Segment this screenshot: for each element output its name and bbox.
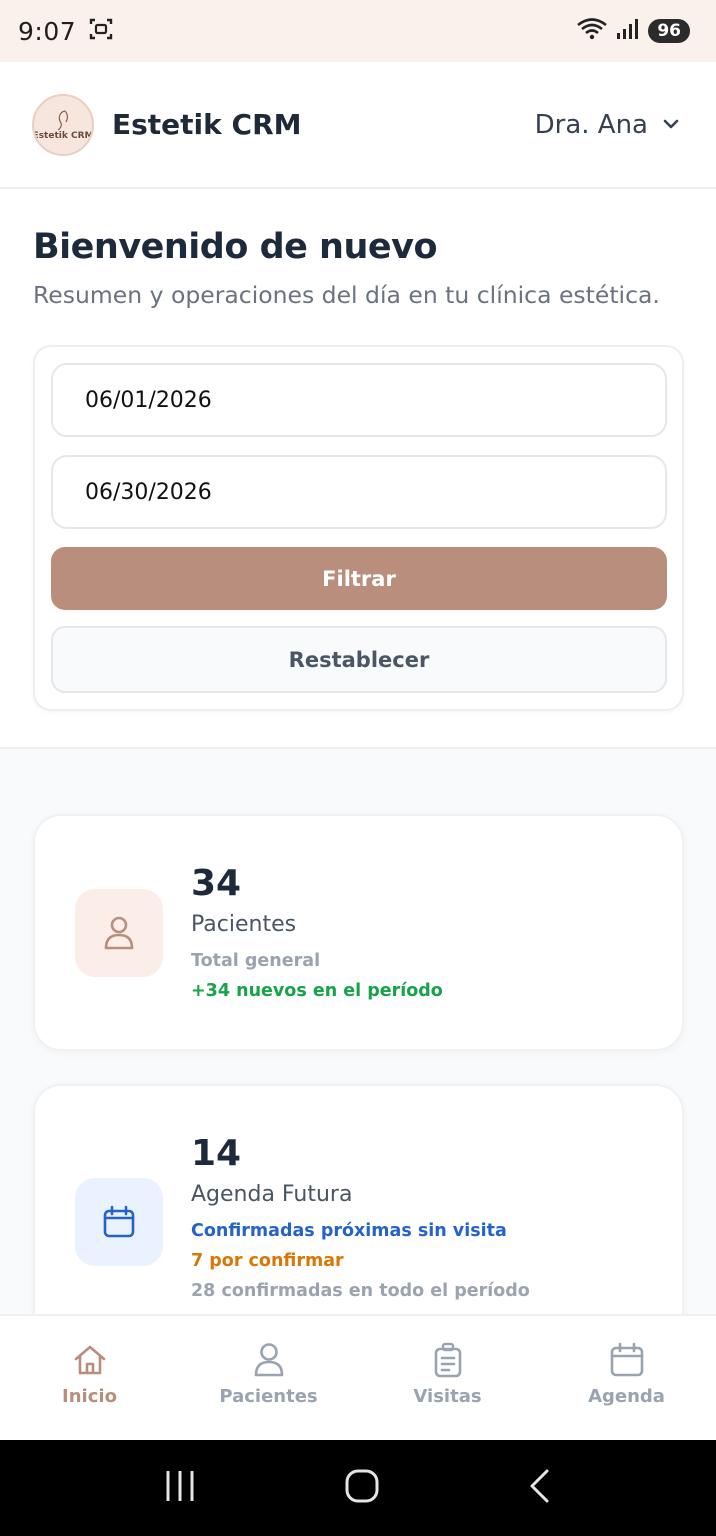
screenshot-icon xyxy=(88,16,114,46)
clipboard-icon xyxy=(434,1342,461,1378)
brand: Estetik CRM Estetik CRM xyxy=(32,93,302,156)
nav-label-visitas: Visitas xyxy=(413,1386,482,1407)
reset-button[interactable]: Restablecer xyxy=(51,626,667,693)
system-nav-bar xyxy=(0,1440,716,1536)
page-title: Bienvenido de nuevo xyxy=(33,227,438,267)
filter-button[interactable]: Filtrar xyxy=(51,547,667,610)
user-name: Dra. Ana xyxy=(534,109,648,140)
agenda-count: 14 xyxy=(191,1133,242,1174)
nav-item-agenda[interactable]: Agenda xyxy=(537,1316,716,1440)
nav-label-inicio: Inicio xyxy=(62,1386,117,1407)
status-time: 9:07 xyxy=(18,16,77,46)
nav-label-pacientes: Pacientes xyxy=(219,1386,318,1407)
app-title: Estetik CRM xyxy=(112,108,302,141)
calendar-icon xyxy=(103,1205,135,1238)
patients-new-text: +34 nuevos en el período xyxy=(191,981,443,1001)
nav-label-agenda: Agenda xyxy=(588,1386,665,1407)
start-date-input[interactable] xyxy=(51,363,667,437)
signal-icon xyxy=(616,18,640,44)
date-filter-card: Filtrar Restablecer xyxy=(33,345,684,711)
patients-count: 34 xyxy=(191,863,242,904)
battery-indicator: 96 xyxy=(648,19,690,43)
nav-item-inicio[interactable]: Inicio xyxy=(0,1316,179,1440)
welcome-section: Bienvenido de nuevo Resumen y operacione… xyxy=(0,189,716,749)
logo-text: Estetik CRM xyxy=(32,130,94,141)
patients-label: Pacientes xyxy=(191,912,297,937)
calendar-icon xyxy=(610,1342,643,1377)
end-date-input[interactable] xyxy=(51,455,667,529)
nav-item-visitas[interactable]: Visitas xyxy=(358,1316,537,1440)
agenda-label: Agenda Futura xyxy=(191,1182,353,1207)
nav-item-pacientes[interactable]: Pacientes xyxy=(179,1316,358,1440)
page-subtitle: Resumen y operaciones del día en tu clín… xyxy=(33,281,660,309)
home-icon xyxy=(74,1345,105,1375)
status-bar: 9:07 96 xyxy=(0,0,716,62)
agenda-icon-box xyxy=(75,1178,163,1266)
wifi-icon xyxy=(576,17,608,45)
face-logo-icon xyxy=(57,109,68,131)
recents-icon[interactable] xyxy=(163,1469,197,1507)
app-logo[interactable]: Estetik CRM xyxy=(32,93,94,156)
agenda-period-text: 28 confirmadas en todo el período xyxy=(191,1281,530,1301)
home-button-icon[interactable] xyxy=(344,1468,380,1508)
patients-total-text: Total general xyxy=(191,951,321,971)
bottom-nav: Inicio Pacientes Visitas Agenda xyxy=(0,1314,716,1440)
agenda-pending-text: 7 por confirmar xyxy=(191,1251,344,1271)
user-icon xyxy=(104,916,134,950)
user-icon xyxy=(254,1343,283,1377)
back-icon[interactable] xyxy=(527,1468,553,1508)
chevron-down-icon xyxy=(662,115,680,134)
patients-stat-card[interactable]: 34 Pacientes Total general +34 nuevos en… xyxy=(33,814,684,1051)
agenda-stat-card[interactable]: 14 Agenda Futura Confirmadas próximas si… xyxy=(33,1084,684,1344)
app-header: Estetik CRM Estetik CRM Dra. Ana xyxy=(0,62,716,189)
agenda-confirmed-text: Confirmadas próximas sin visita xyxy=(191,1221,507,1241)
patients-icon-box xyxy=(75,889,163,977)
user-menu[interactable]: Dra. Ana xyxy=(535,110,680,140)
